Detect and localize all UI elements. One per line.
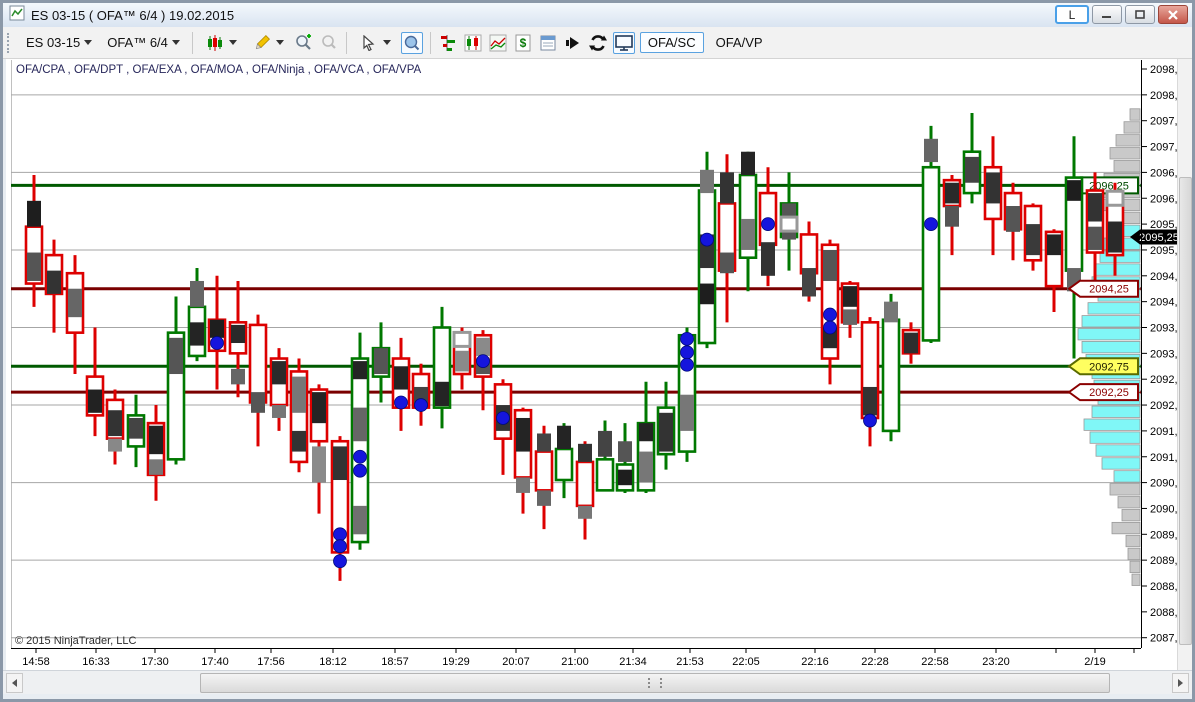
zoom-in-icon[interactable] — [294, 33, 314, 53]
indicators-label: OFA/CPA , OFA/DPT , OFA/EXA , OFA/MOA , … — [16, 64, 421, 76]
chart-style-candles-icon — [205, 33, 225, 53]
chevron-down-icon — [276, 40, 284, 45]
drawing-pencil-icon — [252, 33, 272, 53]
svg-text:23:20: 23:20 — [982, 656, 1010, 668]
svg-text:22:05: 22:05 — [732, 656, 760, 668]
close-button[interactable] — [1158, 5, 1188, 24]
toolbar-separator — [192, 32, 193, 54]
drawing-tools-dropdown[interactable] — [247, 30, 289, 56]
svg-text:22:16: 22:16 — [801, 656, 829, 668]
chart-app-icon — [9, 5, 25, 26]
window-title: ES 03-15 ( OFA™ 6/4 ) 19.02.2015 — [31, 8, 234, 23]
svg-text:22:58: 22:58 — [921, 656, 949, 668]
toolbar: ES 03-15 OFA™ 6/4 — [3, 27, 1192, 59]
properties-panel-icon[interactable] — [538, 33, 558, 53]
horizontal-scrollbar[interactable] — [3, 670, 1192, 694]
svg-text:14:58: 14:58 — [22, 656, 50, 668]
svg-text:2095,25: 2095,25 — [1139, 232, 1179, 244]
price-chart[interactable]: 2096,252095,252094,252092,752092,252098,… — [6, 59, 1181, 670]
svg-text:19:29: 19:29 — [442, 656, 470, 668]
svg-text:2/19: 2/19 — [1084, 656, 1105, 668]
toolbar-separator — [346, 32, 347, 54]
cursor-pointer-icon — [359, 33, 379, 53]
chevron-down-icon — [229, 40, 237, 45]
svg-text:2094,25: 2094,25 — [1089, 284, 1129, 296]
tab-ofa-sc[interactable]: OFA/SC — [640, 32, 704, 53]
period-label: OFA™ 6/4 — [107, 35, 168, 50]
play-arrow-icon[interactable] — [563, 33, 583, 53]
svg-text:2092,75: 2092,75 — [1089, 361, 1129, 373]
instrument-label: ES 03-15 — [26, 35, 80, 50]
restore-button[interactable] — [1125, 5, 1155, 24]
svg-text:18:12: 18:12 — [319, 656, 347, 668]
scroll-left-arrow[interactable] — [6, 673, 23, 693]
scroll-right-arrow[interactable] — [1172, 673, 1189, 693]
reload-icon[interactable] — [588, 33, 608, 53]
period-dropdown[interactable]: OFA™ 6/4 — [102, 32, 185, 53]
svg-text:$: $ — [520, 36, 527, 50]
toolbar-separator — [430, 32, 431, 54]
chevron-down-icon — [383, 40, 391, 45]
title-bar[interactable]: ES 03-15 ( OFA™ 6/4 ) 19.02.2015 L — [3, 3, 1192, 28]
data-box-magnifier-icon[interactable] — [401, 32, 423, 54]
chart-window: ES 03-15 ( OFA™ 6/4 ) 19.02.2015 L ES 03… — [0, 0, 1195, 702]
svg-text:22:28: 22:28 — [861, 656, 889, 668]
svg-text:16:33: 16:33 — [82, 656, 110, 668]
monitor-icon[interactable] — [613, 32, 635, 54]
svg-text:17:40: 17:40 — [201, 656, 229, 668]
horizontal-scrollbar-thumb[interactable] — [200, 673, 1110, 693]
svg-text:2092,25: 2092,25 — [1089, 387, 1129, 399]
svg-text:18:57: 18:57 — [381, 656, 409, 668]
toolbar-grip[interactable] — [7, 33, 14, 53]
cursor-dropdown[interactable] — [354, 30, 396, 56]
minimize-button[interactable] — [1092, 5, 1122, 24]
tab-ofa-vp[interactable]: OFA/VP — [709, 33, 770, 52]
svg-text:17:56: 17:56 — [257, 656, 285, 668]
zoom-out-icon[interactable] — [319, 33, 339, 53]
vertical-scrollbar-thumb[interactable] — [1179, 177, 1192, 645]
chart-type-line-icon[interactable] — [488, 33, 508, 53]
svg-text:17:30: 17:30 — [141, 656, 169, 668]
svg-text:21:00: 21:00 — [561, 656, 589, 668]
account-dollar-icon[interactable]: $ — [513, 33, 533, 53]
instrument-dropdown[interactable]: ES 03-15 — [21, 32, 97, 53]
chart-style-dropdown[interactable] — [200, 30, 242, 56]
chart-type-candles-icon[interactable] — [463, 33, 483, 53]
vertical-scrollbar[interactable] — [1177, 59, 1192, 670]
chevron-down-icon — [84, 40, 92, 45]
svg-text:© 2015 NinjaTrader, LLC: © 2015 NinjaTrader, LLC — [15, 635, 136, 647]
link-button[interactable]: L — [1055, 5, 1089, 24]
chevron-down-icon — [172, 40, 180, 45]
svg-text:21:53: 21:53 — [676, 656, 704, 668]
scrollbar-grip-icon — [648, 678, 662, 688]
svg-text:20:07: 20:07 — [502, 656, 530, 668]
svg-text:21:34: 21:34 — [619, 656, 647, 668]
market-depth-bars-icon[interactable] — [438, 33, 458, 53]
